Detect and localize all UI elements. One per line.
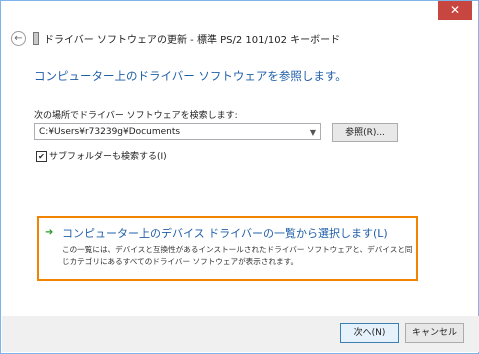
checkmark-icon: ✔ [38,152,45,161]
close-icon: ✕ [449,3,461,17]
back-arrow-icon[interactable]: ← [11,31,26,46]
browse-button[interactable]: 参照(R)... [332,123,398,142]
device-icon [33,32,39,45]
pick-from-list-option[interactable]: ➜ コンピューター上のデバイス ドライバーの一覧から選択します(L) この一覧に… [37,216,418,281]
green-arrow-icon: ➜ [45,227,54,238]
header: ← ドライバー ソフトウェアの更新 - 標準 PS/2 101/102 キーボー… [1,25,478,51]
pick-from-list-description: この一覧には、デバイスと互換性があるインストールされたドライバー ソフトウェアと… [62,245,413,266]
window-title: ドライバー ソフトウェアの更新 - 標準 PS/2 101/102 キーボード [44,35,341,46]
title-bar: ✕ [1,1,478,23]
pick-from-list-title[interactable]: コンピューター上のデバイス ドライバーの一覧から選択します(L) [62,225,388,241]
page-heading: コンピューター上のドライバー ソフトウェアを参照します。 [34,69,347,83]
search-location-label: 次の場所でドライバー ソフトウェアを検索します: [34,111,238,121]
include-subfolders-label[interactable]: サブフォルダーも検索する(I) [49,149,167,162]
driver-update-window: ✕ ← ドライバー ソフトウェアの更新 - 標準 PS/2 101/102 キー… [0,0,479,354]
search-path-combobox[interactable]: C:¥Users¥r73239g¥Documents ▼ [34,123,321,140]
cancel-button[interactable]: キャンセル [405,323,464,343]
next-button[interactable]: 次へ(N) [340,323,399,343]
chevron-down-icon[interactable]: ▼ [310,124,316,141]
close-button[interactable]: ✕ [438,1,472,20]
include-subfolders-checkbox[interactable]: ✔ [36,151,47,162]
search-path-value: C:¥Users¥r73239g¥Documents [39,127,181,137]
